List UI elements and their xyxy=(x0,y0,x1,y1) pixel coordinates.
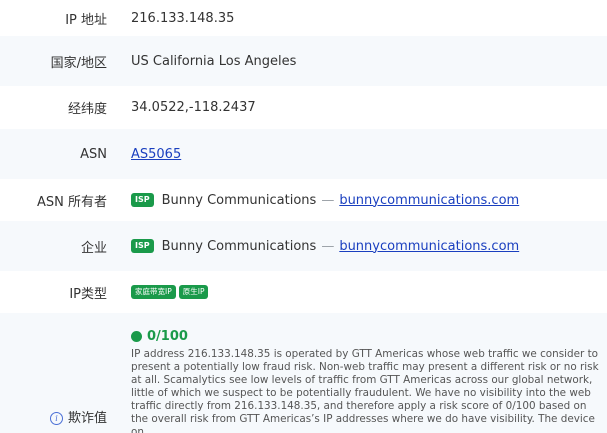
company-label: 企业 xyxy=(80,240,107,256)
ip-info-table: IP 地址 216.133.148.35 国家/地区 US California… xyxy=(0,0,607,433)
green-dot-icon xyxy=(131,331,142,342)
isp-tag: ISP xyxy=(131,193,154,207)
row-country-region: 国家/地区 US California Los Angeles xyxy=(0,36,607,86)
row-ip-address: IP 地址 216.133.148.35 xyxy=(0,0,607,36)
fraud-score-label-cell: i 欺诈值 xyxy=(0,313,107,426)
coordinates-value: 34.0522,-118.2437 xyxy=(131,100,256,115)
ip-type-label: IP类型 xyxy=(69,286,107,302)
asn-value-cell: AS5065 xyxy=(107,147,607,162)
company-name: Bunny Communications xyxy=(161,238,317,254)
asn-owner-domain-link[interactable]: bunnycommunications.com xyxy=(339,193,519,208)
asn-link[interactable]: AS5065 xyxy=(131,147,181,162)
fraud-score: 0/100 xyxy=(147,329,188,344)
info-circle-icon[interactable]: i xyxy=(49,412,63,425)
separator-dash: — xyxy=(321,238,335,254)
badge-residential-ip: 家庭带宽IP xyxy=(131,285,176,299)
row-company: 企业 ISP Bunny Communications — bunnycommunic… xyxy=(0,221,607,271)
fraud-score-label: 欺诈值 xyxy=(67,411,107,426)
country-region-value: US California Los Angeles xyxy=(131,53,297,69)
fraud-description: IP address 216.133.148.35 is operated by… xyxy=(131,348,599,433)
row-asn-owner: ASN 所有者 ISP Bunny Communications — bunnycom… xyxy=(0,179,607,221)
isp-tag: ISP xyxy=(131,239,154,253)
asn-owner-label: ASN 所有者 xyxy=(36,194,107,210)
coordinates-label: 经纬度 xyxy=(67,102,107,117)
company-value: ISP Bunny Communications — bunnycommunicati… xyxy=(107,239,607,254)
fraud-score-value: 0/100 IP address 216.133.148.35 is opera… xyxy=(107,313,607,433)
fraud-score-line: 0/100 xyxy=(131,329,599,344)
ip-address-value: 216.133.148.35 xyxy=(131,10,235,26)
row-coordinates: 经纬度 34.0522,-118.2437 xyxy=(0,86,607,129)
row-asn: ASN AS5065 xyxy=(0,129,607,179)
ip-address-label: IP 地址 xyxy=(65,12,107,28)
separator-dash: — xyxy=(321,192,335,208)
asn-owner-value: ISP Bunny Communications — bunnycommunicati… xyxy=(107,193,607,208)
row-fraud-score: i 欺诈值 0/100 IP address 216.133.148.35 is … xyxy=(0,313,607,433)
asn-owner-name: Bunny Communications xyxy=(161,192,317,208)
country-region-label: 国家/地区 xyxy=(50,55,107,71)
row-ip-type: IP类型 家庭带宽IP 原生IP xyxy=(0,271,607,313)
ip-type-value: 家庭带宽IP 原生IP xyxy=(107,285,607,300)
company-domain-link[interactable]: bunnycommunications.com xyxy=(339,239,519,254)
asn-label: ASN xyxy=(80,146,107,162)
badge-native-ip: 原生IP xyxy=(178,285,209,299)
